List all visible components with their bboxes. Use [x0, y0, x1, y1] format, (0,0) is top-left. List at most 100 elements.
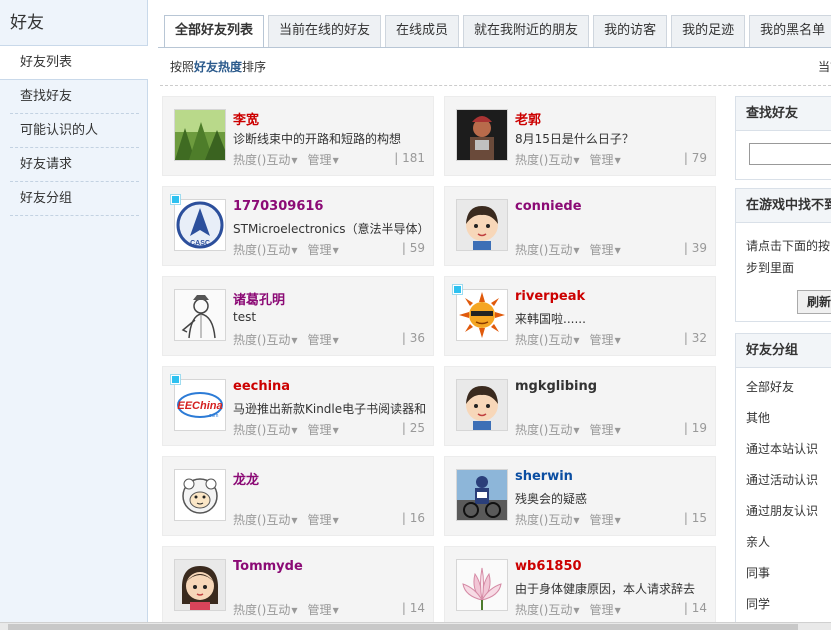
friend-avatar[interactable]: [174, 289, 226, 341]
forest-icon: [175, 110, 225, 160]
tab-my-visitors[interactable]: 我的访客: [593, 15, 668, 47]
interact-menu[interactable]: 互动▼: [548, 153, 579, 167]
interact-menu[interactable]: 互动▼: [548, 243, 579, 257]
sidebar-item-friend-groups[interactable]: 好友分组: [10, 182, 139, 216]
game-find-line2: 步到里面: [746, 261, 795, 275]
sort-by-hotness-link[interactable]: 好友热度: [194, 60, 242, 74]
group-item-all[interactable]: 全部好友: [736, 372, 831, 403]
friend-avatar[interactable]: [456, 469, 508, 521]
count-value: 181: [402, 151, 425, 165]
interact-menu[interactable]: 互动▼: [548, 513, 579, 527]
sidebar-item-people-you-may-know[interactable]: 可能认识的人: [10, 114, 139, 148]
friend-name-link[interactable]: sherwin: [515, 469, 573, 484]
interact-menu[interactable]: 互动▼: [548, 423, 579, 437]
manage-menu[interactable]: 管理▼: [308, 603, 339, 617]
group-item-colleagues[interactable]: 同事: [736, 558, 831, 589]
tab-my-blacklist[interactable]: 我的黑名单: [749, 15, 831, 47]
friend-avatar[interactable]: [456, 559, 508, 611]
friend-name-link[interactable]: mgkglibing: [515, 379, 597, 394]
friend-avatar[interactable]: [456, 199, 508, 251]
group-item-via-event[interactable]: 通过活动认识: [736, 465, 831, 496]
manage-menu[interactable]: 管理▼: [308, 423, 339, 437]
hotness-label: 热度(): [515, 243, 549, 257]
friend-avatar[interactable]: [174, 109, 226, 161]
friend-card: 诸葛孔明 test 热度()互动▼ 管理▼ | 36: [162, 276, 434, 356]
manage-menu[interactable]: 管理▼: [590, 333, 621, 347]
hotness-label: 热度(): [233, 333, 267, 347]
scrollbar-thumb[interactable]: [8, 624, 798, 630]
sidebar-item-find-friends[interactable]: 查找好友: [10, 80, 139, 114]
friend-avatar[interactable]: [456, 289, 508, 341]
interact-label: 互动: [548, 333, 573, 347]
friend-card: EEChina .com eechina 马逊推出新款Kindle电子书阅读器和 热度(…: [162, 366, 434, 446]
interact-label: 互动: [266, 153, 291, 167]
manage-menu[interactable]: 管理▼: [590, 423, 621, 437]
interact-menu[interactable]: 互动▼: [266, 333, 297, 347]
friend-card: 李宽 诊断线束中的开路和短路的构想 热度()互动▼ 管理▼ | 181: [162, 96, 434, 176]
sidebar-item-friend-list[interactable]: 好友列表: [0, 46, 148, 80]
separator: |: [683, 601, 688, 615]
friend-name-link[interactable]: wb61850: [515, 559, 582, 574]
interact-menu[interactable]: 互动▼: [548, 603, 579, 617]
game-find-panel-text: 请点击下面的按 步到里面: [736, 223, 831, 279]
hotness-label: 热度(): [515, 153, 549, 167]
warrior-icon: [457, 110, 507, 160]
friend-name-link[interactable]: 诸葛孔明: [233, 289, 285, 308]
interact-menu[interactable]: 互动▼: [266, 513, 297, 527]
friend-avatar[interactable]: CASC: [174, 199, 226, 251]
friend-avatar[interactable]: [174, 469, 226, 521]
manage-menu[interactable]: 管理▼: [590, 603, 621, 617]
chevron-down-icon: ▼: [291, 606, 298, 615]
interact-menu[interactable]: 互动▼: [266, 603, 297, 617]
friend-name-link[interactable]: riverpeak: [515, 289, 585, 304]
manage-menu[interactable]: 管理▼: [308, 243, 339, 257]
friend-name-link[interactable]: 老郭: [515, 109, 541, 128]
tab-online-friends[interactable]: 当前在线的好友: [268, 15, 382, 47]
find-friend-input[interactable]: [749, 143, 831, 165]
sidebar-item-friend-requests[interactable]: 好友请求: [10, 148, 139, 182]
manage-menu[interactable]: 管理▼: [308, 333, 339, 347]
sidebar: 好友 好友列表 查找好友 可能认识的人 好友请求 好友分组: [0, 0, 148, 622]
manage-menu[interactable]: 管理▼: [590, 243, 621, 257]
separator: |: [401, 331, 406, 345]
friend-name-link[interactable]: 龙龙: [233, 469, 259, 488]
group-item-via-friends[interactable]: 通过朋友认识: [736, 496, 831, 527]
friend-name-link[interactable]: Tommyde: [233, 559, 303, 574]
interact-menu[interactable]: 互动▼: [266, 243, 297, 257]
group-item-other[interactable]: 其他: [736, 403, 831, 434]
friend-avatar[interactable]: [456, 109, 508, 161]
friend-avatar[interactable]: [456, 379, 508, 431]
manage-menu[interactable]: 管理▼: [590, 153, 621, 167]
manage-menu[interactable]: 管理▼: [308, 153, 339, 167]
friend-name-link[interactable]: 1770309616: [233, 199, 323, 214]
friend-meta: 热度()互动▼ 管理▼ | 181: [233, 151, 425, 168]
friend-name-link[interactable]: eechina: [233, 379, 290, 394]
hotness-label: 热度(): [515, 603, 549, 617]
group-item-classmates[interactable]: 同学: [736, 589, 831, 620]
interact-menu[interactable]: 互动▼: [548, 333, 579, 347]
separator: |: [683, 511, 688, 525]
refresh-button[interactable]: 刷新: [797, 290, 831, 314]
group-item-family[interactable]: 亲人: [736, 527, 831, 558]
interact-menu[interactable]: 互动▼: [266, 423, 297, 437]
chevron-down-icon: ▼: [614, 246, 621, 255]
sort-prefix: 按照: [170, 60, 195, 74]
tab-nearby-friends[interactable]: 就在我附近的朋友: [463, 15, 590, 47]
tab-my-footprints[interactable]: 我的足迹: [671, 15, 746, 47]
tab-online-members[interactable]: 在线成员: [385, 15, 460, 47]
group-item-via-site[interactable]: 通过本站认识: [736, 434, 831, 465]
friend-name-link[interactable]: 李宽: [233, 109, 259, 128]
hotness-label: 热度(): [515, 333, 549, 347]
count-value: 16: [409, 511, 425, 525]
interact-menu[interactable]: 互动▼: [266, 153, 297, 167]
count-value: 79: [691, 151, 707, 165]
manage-menu[interactable]: 管理▼: [308, 513, 339, 527]
manage-menu[interactable]: 管理▼: [590, 513, 621, 527]
tab-all-friends[interactable]: 全部好友列表: [164, 15, 265, 48]
friend-avatar[interactable]: [174, 559, 226, 611]
friend-avatar[interactable]: EEChina .com: [174, 379, 226, 431]
chevron-down-icon: ▼: [332, 516, 339, 525]
interact-label: 互动: [266, 243, 291, 257]
horizontal-scrollbar[interactable]: [0, 622, 831, 630]
friend-name-link[interactable]: conniede: [515, 199, 582, 214]
